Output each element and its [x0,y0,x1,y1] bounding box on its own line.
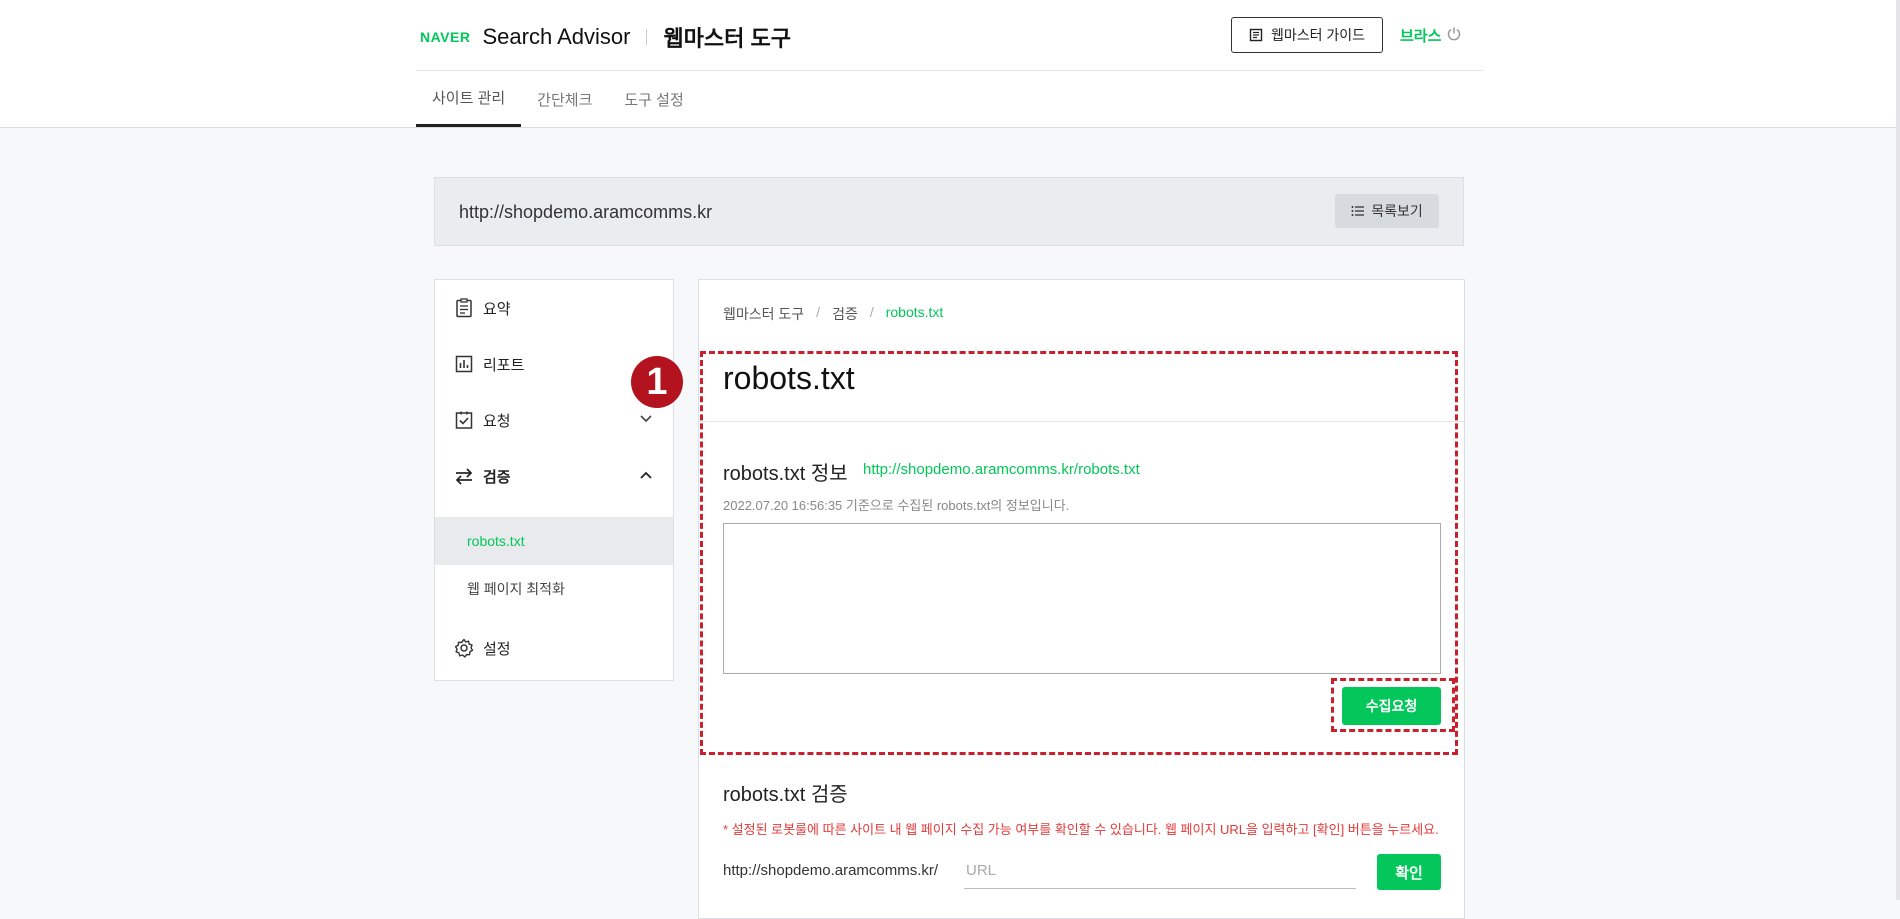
site-url: http://shopdemo.aramcomms.kr [459,202,713,222]
tab-tool-settings[interactable]: 도구 설정 [608,71,699,127]
power-icon[interactable] [1446,26,1462,47]
naver-logo[interactable]: NAVER [420,29,470,45]
checklist-icon [453,409,475,431]
robots-info-title: robots.txt 정보 [723,463,848,485]
breadcrumb-item[interactable]: 검증 [832,304,858,324]
page-title: robots.txt [723,360,855,396]
breadcrumb-separator: / [869,304,874,320]
tab-site-management[interactable]: 사이트 관리 [416,71,522,127]
tool-name[interactable]: 웹마스터 도구 [663,21,791,53]
brand-name[interactable]: Search Advisor [482,24,630,50]
sidebar-item-validation[interactable]: 검증 [453,464,511,488]
sidebar-item-label: 요청 [483,412,511,430]
top-header: NAVER Search Advisor 웹마스터 도구 웹마스터 가이드 브라… [0,0,1900,128]
user-name[interactable]: 브라스 [1400,25,1441,46]
chart-icon [453,353,475,375]
webmaster-guide-label: 웹마스터 가이드 [1270,27,1366,43]
clipboard-icon [453,297,475,319]
robots-info-link[interactable]: http://shopdemo.aramcomms.kr/robots.txt [863,461,1140,478]
sidebar-item-label: 설정 [483,640,511,658]
sidebar-item-label: 요약 [483,300,511,318]
step-number-badge: 1 [631,356,683,408]
tab-quick-check[interactable]: 간단체크 [521,71,608,127]
main-panel: 웹마스터 도구 / 검증 / robots.txt robots.txt rob… [698,279,1465,919]
sidebar-item-request[interactable]: 요청 [453,408,511,432]
breadcrumb-item[interactable]: 웹마스터 도구 [723,304,804,324]
book-icon [1249,28,1263,42]
sidebar-item-settings[interactable]: 설정 [453,636,511,660]
chevron-down-icon[interactable] [639,414,653,424]
breadcrumb-separator: / [816,304,821,320]
brand[interactable]: NAVER Search Advisor 웹마스터 도구 [420,22,791,52]
site-bar: http://shopdemo.aramcomms.kr 목록보기 [434,177,1464,246]
title-divider [699,421,1464,422]
robots-content-box[interactable] [723,523,1441,674]
breadcrumb-current: robots.txt [885,304,944,320]
robots-validation-title: robots.txt 검증 [723,784,848,806]
chevron-up-icon[interactable] [639,470,653,480]
list-view-label: 목록보기 [1371,203,1423,219]
sidebar-subitem-robots[interactable]: robots.txt [435,517,673,565]
window-edge [1896,0,1900,900]
main-tabs: 사이트 관리 간단체크 도구 설정 [416,71,700,127]
sidebar-subitem-web-optimization[interactable]: 웹 페이지 최적화 [435,565,673,613]
sync-icon [453,465,475,487]
url-input[interactable] [964,852,1356,889]
validation-warning: * 설정된 로봇룰에 따른 사이트 내 웹 페이지 수집 가능 여부를 확인할 … [723,822,1439,837]
brand-divider [646,29,648,45]
sidebar-item-report[interactable]: 리포트 [453,352,524,376]
list-view-button[interactable]: 목록보기 [1335,194,1439,228]
confirm-button[interactable]: 확인 [1377,854,1441,890]
sidebar: 요약 리포트 요청 검증 robots.txt 웹 페이지 최적화 설정 [434,279,674,681]
sidebar-item-summary[interactable]: 요약 [453,296,511,320]
list-icon [1351,205,1365,217]
breadcrumb: 웹마스터 도구 / 검증 / robots.txt [723,304,943,324]
gear-icon [453,637,475,659]
webmaster-guide-button[interactable]: 웹마스터 가이드 [1231,17,1383,53]
sidebar-item-label: 리포트 [483,356,525,374]
collect-request-button[interactable]: 수집요청 [1342,687,1441,725]
sidebar-item-label: 검증 [483,468,511,486]
collected-note: 2022.07.20 16:56:35 기준으로 수집된 robots.txt의… [723,498,1070,513]
url-prefix: http://shopdemo.aramcomms.kr/ [723,862,939,879]
